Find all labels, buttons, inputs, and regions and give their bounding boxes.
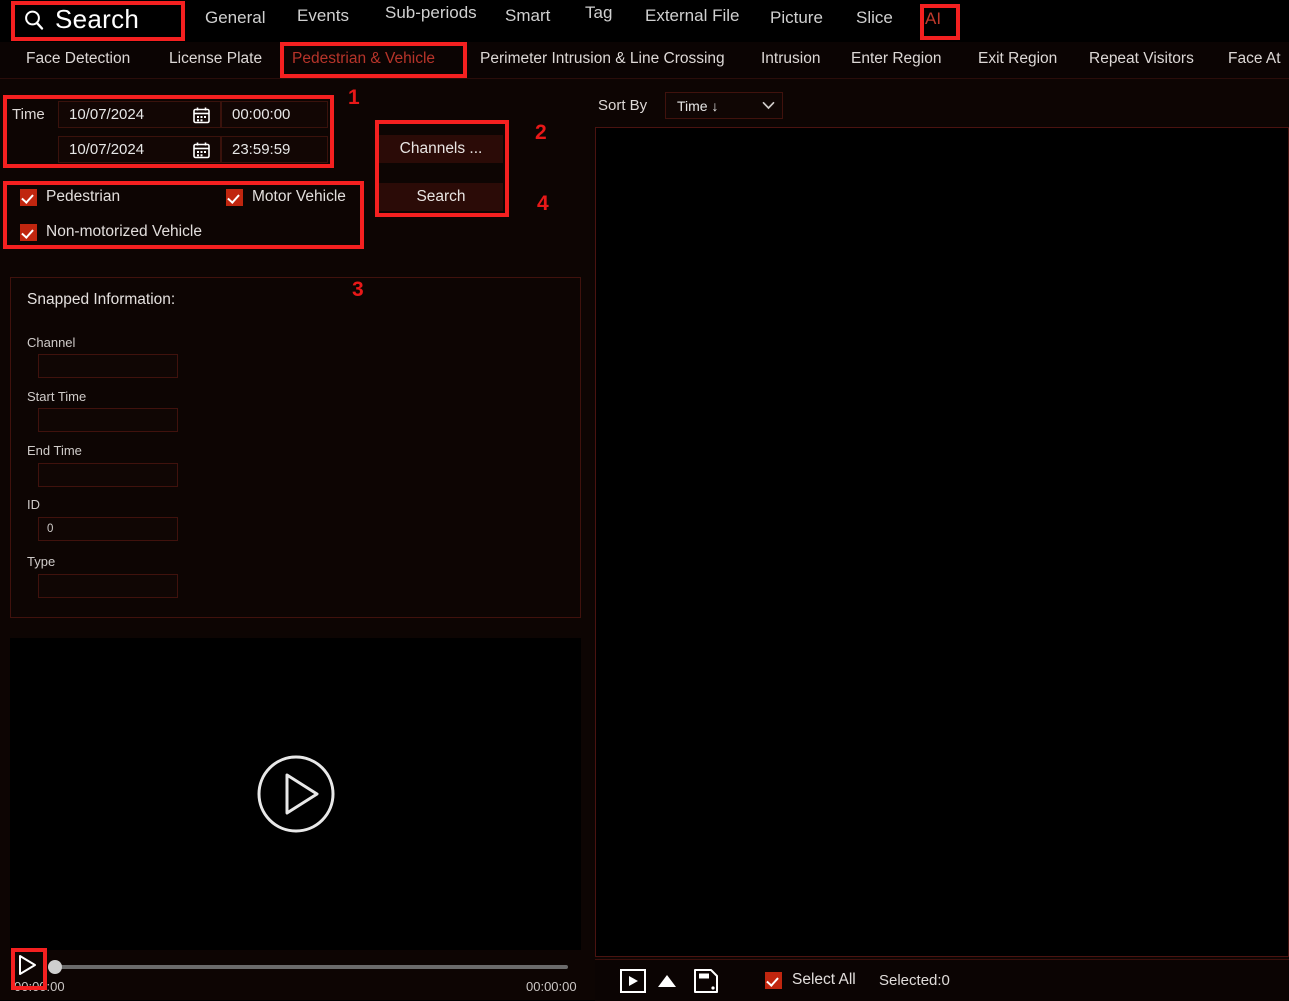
- save-file-icon[interactable]: [690, 967, 722, 995]
- sub-tab-bar: Face Detection License Plate Pedestrian …: [0, 42, 1289, 79]
- end-date-value: 10/07/2024: [69, 141, 145, 158]
- checkbox-icon[interactable]: [226, 188, 243, 206]
- tab-perimeter-intrusion[interactable]: Perimeter Intrusion & Line Crossing: [480, 50, 725, 68]
- selected-count: Selected:0: [879, 972, 950, 989]
- channels-button-topline: [381, 122, 502, 124]
- tab-exit-region[interactable]: Exit Region: [978, 50, 1057, 68]
- menu-item-smart[interactable]: Smart: [505, 6, 550, 26]
- tab-license-plate[interactable]: License Plate: [169, 50, 262, 68]
- chevron-down-icon[interactable]: [762, 101, 775, 110]
- field-value-id[interactable]: 0: [38, 517, 178, 541]
- annotation-number-1: 1: [348, 86, 360, 109]
- tab-face-attendance[interactable]: Face At: [1228, 50, 1281, 68]
- app-title-text: Search: [55, 4, 140, 34]
- calendar-icon[interactable]: [193, 106, 210, 123]
- field-label-channel: Channel: [27, 335, 76, 350]
- time-label: Time: [12, 106, 45, 123]
- field-label-id: ID: [27, 497, 40, 512]
- field-value-start-time[interactable]: [38, 408, 178, 432]
- search-icon: [22, 8, 46, 32]
- player-total-time: 00:00:00: [526, 979, 577, 994]
- annotation-number-2: 2: [535, 121, 547, 144]
- start-time-field[interactable]: 00:00:00: [221, 101, 328, 128]
- tab-enter-region[interactable]: Enter Region: [851, 50, 941, 68]
- menu-item-events[interactable]: Events: [297, 6, 349, 26]
- play-box-icon[interactable]: [617, 967, 649, 995]
- field-value-type[interactable]: [38, 574, 178, 598]
- active-tab-underline: [286, 75, 452, 77]
- menu-item-sub-periods[interactable]: Sub-periods: [385, 3, 477, 23]
- player-progress-handle[interactable]: [48, 960, 62, 974]
- checkbox-icon[interactable]: [20, 188, 37, 206]
- field-value-end-time[interactable]: [38, 463, 178, 487]
- app-title: Search: [22, 4, 139, 35]
- select-all-label: Select All: [792, 971, 856, 988]
- checkbox-motor-vehicle[interactable]: Motor Vehicle: [226, 188, 346, 206]
- end-time-field[interactable]: 23:59:59: [221, 136, 328, 163]
- start-date-value: 10/07/2024: [69, 106, 145, 123]
- menu-item-tag[interactable]: Tag: [585, 3, 612, 23]
- top-menu: General Events Sub-periods Smart Tag Ext…: [205, 0, 1289, 42]
- up-arrow-icon[interactable]: [656, 973, 678, 989]
- start-date-field[interactable]: 10/07/2024: [58, 101, 221, 128]
- field-label-end-time: End Time: [27, 443, 82, 458]
- search-button[interactable]: Search: [379, 183, 503, 211]
- checkbox-non-motorized-vehicle[interactable]: Non-motorized Vehicle: [20, 223, 202, 241]
- checkbox-label: Pedestrian: [46, 188, 121, 205]
- tab-pedestrian-and-vehicle[interactable]: Pedestrian & Vehicle: [292, 50, 435, 68]
- tab-intrusion[interactable]: Intrusion: [761, 50, 820, 68]
- end-time-value: 23:59:59: [232, 141, 291, 158]
- menu-item-picture[interactable]: Picture: [770, 8, 823, 28]
- select-all-checkbox[interactable]: Select All: [765, 971, 856, 989]
- player-current-time: 00:00:00: [14, 979, 65, 994]
- results-list-panel[interactable]: [595, 127, 1289, 957]
- field-value-channel[interactable]: [38, 354, 178, 378]
- checkbox-label: Non-motorized Vehicle: [46, 223, 202, 240]
- play-circle-icon[interactable]: [255, 753, 337, 835]
- sort-by-value: Time ↓: [677, 97, 719, 114]
- calendar-icon[interactable]: [193, 141, 210, 158]
- checkbox-icon[interactable]: [20, 223, 37, 241]
- player-play-button[interactable]: [15, 952, 39, 978]
- top-header-bar: Search General Events Sub-periods Smart …: [0, 0, 1289, 42]
- checkbox-icon[interactable]: [765, 971, 782, 989]
- menu-item-slice[interactable]: Slice: [856, 8, 893, 28]
- sort-by-label: Sort By: [598, 97, 648, 114]
- menu-item-ai[interactable]: AI: [925, 9, 941, 29]
- player-progress-track[interactable]: [48, 965, 568, 969]
- snapped-information-title: Snapped Information:: [27, 291, 176, 308]
- app-root: Search General Events Sub-periods Smart …: [0, 0, 1289, 1001]
- checkbox-pedestrian[interactable]: Pedestrian: [20, 188, 120, 206]
- annotation-number-4: 4: [537, 192, 549, 215]
- start-time-value: 00:00:00: [232, 106, 291, 123]
- tab-face-detection[interactable]: Face Detection: [26, 50, 130, 68]
- menu-item-external-file[interactable]: External File: [645, 6, 739, 26]
- channels-button[interactable]: Channels ...: [379, 135, 503, 163]
- checkbox-label: Motor Vehicle: [252, 188, 346, 205]
- field-label-type: Type: [27, 554, 56, 569]
- video-preview[interactable]: [10, 638, 581, 950]
- annotation-number-3: 3: [352, 278, 364, 301]
- sort-by-select[interactable]: Time ↓: [665, 92, 783, 119]
- end-date-field[interactable]: 10/07/2024: [58, 136, 221, 163]
- menu-item-general[interactable]: General: [205, 8, 265, 28]
- tab-repeat-visitors[interactable]: Repeat Visitors: [1089, 50, 1194, 68]
- field-label-start-time: Start Time: [27, 389, 87, 404]
- snapped-information-panel: Snapped Information: Channel Start Time …: [10, 277, 581, 618]
